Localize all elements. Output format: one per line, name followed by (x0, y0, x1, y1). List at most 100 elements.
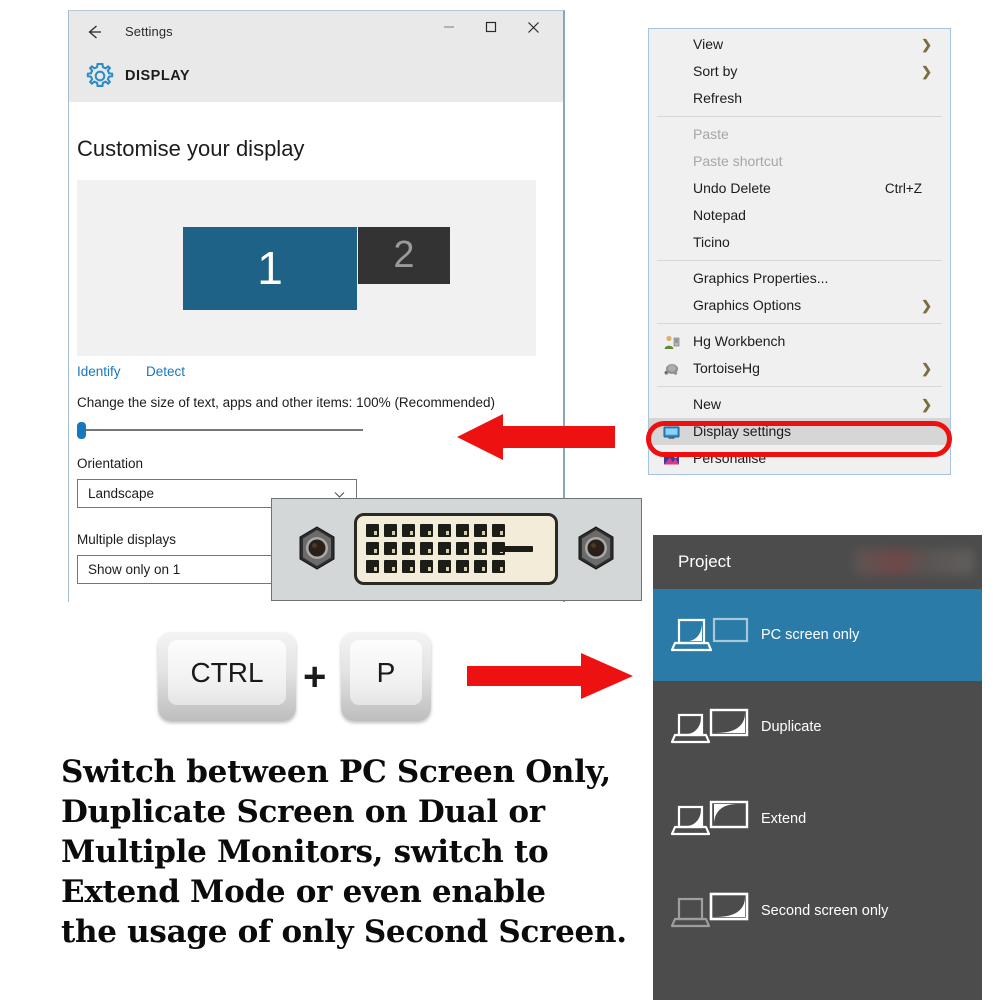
dvi-pin (456, 560, 469, 573)
context-menu-item-personalise[interactable]: Personalise (649, 445, 950, 472)
project-option-label: Second screen only (761, 903, 889, 919)
close-icon[interactable] (517, 20, 549, 46)
project-panel-title: Project (678, 552, 731, 571)
multiple-displays-label: Multiple displays (77, 532, 177, 547)
dvi-pin (438, 560, 451, 573)
ctrl-key[interactable]: CTRL (158, 632, 296, 721)
dvi-pin (366, 560, 379, 573)
context-menu-label: Undo Delete (693, 180, 771, 196)
identify-link[interactable]: Identify (77, 364, 121, 379)
chevron-right-icon: ❯ (921, 37, 932, 52)
caption-line: the usage of only Second Screen. (61, 914, 627, 950)
dvi-pin (384, 524, 397, 537)
context-menu-label: Paste (693, 126, 729, 142)
context-menu-item-undo-delete[interactable]: Undo Delete Ctrl+Z (649, 175, 950, 202)
dvi-pin (492, 560, 505, 573)
context-menu-item-view[interactable]: View ❯ (649, 31, 950, 58)
dvi-pin (402, 560, 415, 573)
orientation-value: Landscape (88, 486, 155, 501)
context-menu-separator (657, 260, 942, 261)
context-menu-item-ticino[interactable]: Ticino (649, 229, 950, 256)
context-menu-item-new[interactable]: New ❯ (649, 391, 950, 418)
minimize-icon[interactable] (433, 20, 465, 46)
project-option-extend[interactable]: Extend (653, 773, 982, 865)
laptop-active-monitor-active-icon (670, 702, 751, 752)
dvi-pin (402, 524, 415, 537)
dvi-pin (384, 560, 397, 573)
chevron-right-icon: ❯ (921, 361, 932, 376)
caption-line: Multiple Monitors, switch to (61, 834, 549, 870)
scale-slider-track (81, 429, 363, 431)
context-menu-label: Paste shortcut (693, 153, 783, 169)
context-menu-item-paste-shortcut: Paste shortcut (649, 148, 950, 175)
project-option-label: Duplicate (761, 719, 822, 735)
context-menu-label: Personalise (693, 450, 767, 466)
dvi-pin (384, 542, 397, 555)
project-option-duplicate[interactable]: Duplicate (653, 681, 982, 773)
scale-label: Change the size of text, apps and other … (77, 395, 495, 410)
dvi-screw-right-icon (573, 525, 619, 571)
settings-titlebar: Settings (69, 11, 563, 55)
dvi-pin (420, 524, 433, 537)
context-menu-label: TortoiseHg (693, 360, 760, 376)
multiple-displays-value: Show only on 1 (88, 562, 181, 577)
laptop-active-monitor-off-icon (670, 610, 751, 660)
dvi-flat-blade (499, 546, 533, 552)
context-menu-item-display-settings[interactable]: Display settings (649, 418, 950, 445)
chevron-right-icon: ❯ (921, 298, 932, 313)
dvi-pin (456, 542, 469, 555)
ctrl-key-label: CTRL (190, 656, 264, 688)
context-menu-shortcut: Ctrl+Z (884, 181, 922, 196)
dvi-pin (420, 560, 433, 573)
scale-slider-thumb[interactable] (77, 422, 86, 439)
context-menu-item-tortoisehg[interactable]: TortoiseHg ❯ (649, 355, 950, 382)
project-option-pc-screen-only[interactable]: PC screen only (653, 589, 982, 681)
context-menu-item-refresh[interactable]: Refresh (649, 85, 950, 112)
back-arrow-icon[interactable] (82, 22, 106, 44)
dvi-pin (402, 542, 415, 555)
p-key[interactable]: P (341, 632, 431, 721)
context-menu-item-graphics-properties[interactable]: Graphics Properties... (649, 265, 950, 292)
window-title: Settings (125, 24, 173, 39)
context-menu-item-paste: Paste (649, 121, 950, 148)
context-menu-item-graphics-options[interactable]: Graphics Options ❯ (649, 292, 950, 319)
context-menu-label: New (693, 396, 722, 412)
context-menu-label: Hg Workbench (693, 333, 786, 349)
red-arrow-right (465, 650, 635, 707)
caption-line: Switch between PC Screen Only, (61, 754, 611, 790)
monitor-tile-2[interactable]: 2 (358, 227, 450, 284)
orientation-label: Orientation (77, 456, 144, 471)
maximize-icon[interactable] (475, 20, 507, 46)
personalise-icon (663, 450, 680, 467)
context-menu-separator (657, 386, 942, 387)
laptop-off-monitor-active-icon (670, 886, 751, 936)
context-menu-label: Graphics Properties... (693, 270, 829, 286)
scale-slider[interactable] (77, 422, 363, 439)
dvi-pin (474, 542, 487, 555)
chevron-right-icon: ❯ (921, 397, 932, 412)
chevron-right-icon: ❯ (921, 64, 932, 79)
project-option-second-screen-only[interactable]: Second screen only (653, 865, 982, 957)
context-menu-separator (657, 323, 942, 324)
monitor-arrangement-canvas[interactable]: 1 2 (77, 180, 536, 356)
tortoisehg-icon (663, 360, 680, 377)
page-section-title: DISPLAY (125, 68, 191, 84)
caption-line: Duplicate Screen on Dual or (61, 794, 545, 830)
project-panel-header: Project (653, 535, 982, 589)
dvi-screw-left-icon (294, 525, 340, 571)
dvi-pin (492, 524, 505, 537)
dvi-pin (438, 524, 451, 537)
dvi-port-body (354, 513, 558, 585)
caption-line: Extend Mode or even enable (61, 874, 546, 910)
plus-symbol: + (303, 655, 327, 699)
dvi-pin (474, 524, 487, 537)
context-menu-label: Graphics Options (693, 297, 802, 313)
detect-link[interactable]: Detect (146, 364, 185, 379)
context-menu-item-hg-workbench[interactable]: Hg Workbench (649, 328, 950, 355)
monitor-tile-1[interactable]: 1 (183, 227, 357, 310)
context-menu-item-sort-by[interactable]: Sort by ❯ (649, 58, 950, 85)
gear-icon (85, 61, 115, 91)
context-menu-label: View (693, 36, 724, 52)
dvi-pin (456, 524, 469, 537)
context-menu-item-notepad[interactable]: Notepad (649, 202, 950, 229)
